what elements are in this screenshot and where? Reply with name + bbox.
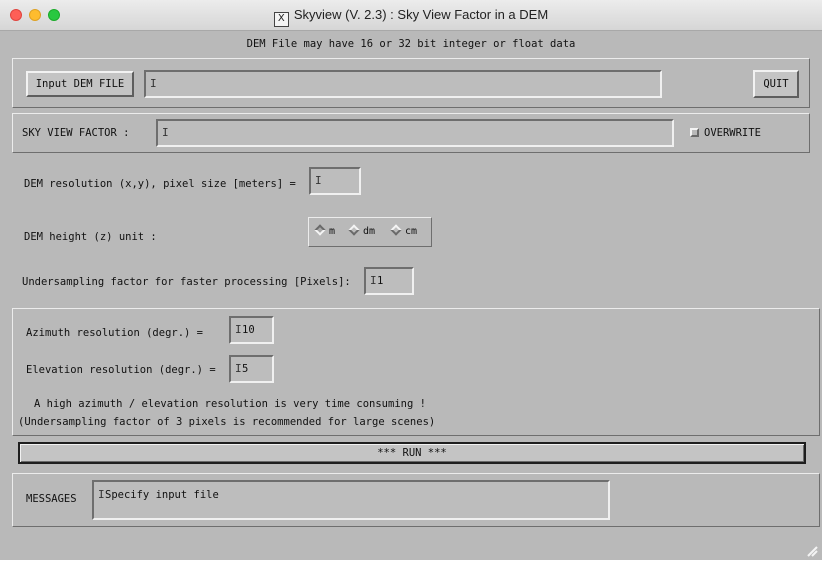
window-title-area: X Skyview (V. 2.3) : Sky View Factor in a…	[0, 7, 822, 27]
azimuth-field[interactable]: I10	[229, 316, 274, 344]
x11-app-icon: X	[273, 12, 289, 27]
input-dem-field[interactable]: I	[144, 70, 662, 98]
window-title: Skyview (V. 2.3) : Sky View Factor in a …	[293, 7, 549, 22]
elevation-field[interactable]: I5	[229, 355, 274, 383]
time-warning-note: A high azimuth / elevation resolution is…	[34, 398, 426, 410]
unit-radio-dm[interactable]: dm	[348, 224, 375, 237]
undersampling-field[interactable]: I1	[364, 267, 414, 295]
checkbox-icon	[690, 128, 699, 137]
overwrite-toggle[interactable]: OVERWRITE	[690, 127, 761, 139]
text-cursor-icon: I	[98, 488, 105, 501]
run-button[interactable]: *** RUN ***	[18, 442, 806, 464]
sky-view-factor-field[interactable]: I	[156, 119, 674, 147]
dem-resolution-label: DEM resolution (x,y), pixel size [meters…	[24, 178, 296, 190]
elevation-label: Elevation resolution (degr.) =	[26, 364, 216, 376]
undersampling-recommendation-note: (Undersampling factor of 3 pixels is rec…	[18, 416, 436, 428]
radio-icon	[390, 224, 402, 236]
undersampling-label: Undersampling factor for faster processi…	[22, 276, 351, 288]
text-cursor-icon: I	[370, 274, 377, 287]
text-cursor-icon: I	[315, 174, 322, 187]
text-cursor-icon: I	[162, 126, 169, 139]
app-window: X Skyview (V. 2.3) : Sky View Factor in a…	[0, 0, 822, 560]
messages-area[interactable]: ISpecify input file	[92, 480, 610, 520]
input-dem-file-button[interactable]: Input DEM FILE	[26, 71, 134, 97]
unit-radio-m[interactable]: m	[314, 224, 335, 237]
sky-view-factor-label: SKY VIEW FACTOR :	[22, 127, 130, 139]
unit-radio-cm[interactable]: cm	[390, 224, 417, 237]
text-cursor-icon: I	[150, 77, 157, 90]
header-note: DEM File may have 16 or 32 bit integer o…	[246, 38, 576, 50]
radio-icon	[348, 224, 360, 236]
quit-button[interactable]: QUIT	[753, 70, 799, 98]
dem-resolution-field[interactable]: I	[309, 167, 361, 195]
radio-selected-icon	[314, 224, 326, 236]
resize-grip-icon[interactable]	[806, 542, 818, 557]
title-bar: X Skyview (V. 2.3) : Sky View Factor in a…	[0, 0, 822, 31]
messages-label: MESSAGES	[26, 493, 77, 505]
text-cursor-icon: I	[235, 362, 242, 375]
azimuth-label: Azimuth resolution (degr.) =	[26, 327, 204, 339]
text-cursor-icon: I	[235, 323, 242, 336]
dem-height-unit-label: DEM height (z) unit :	[24, 231, 157, 243]
